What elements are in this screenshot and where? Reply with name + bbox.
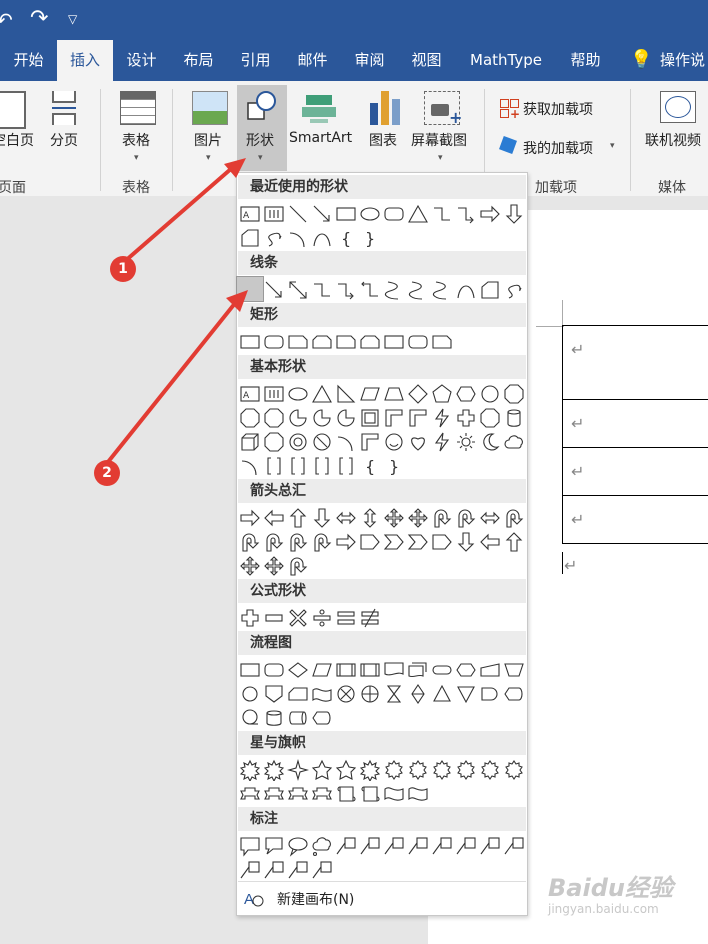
annotation-badge-1: 1	[110, 256, 136, 282]
annotation-badge-2: 2	[94, 460, 120, 486]
